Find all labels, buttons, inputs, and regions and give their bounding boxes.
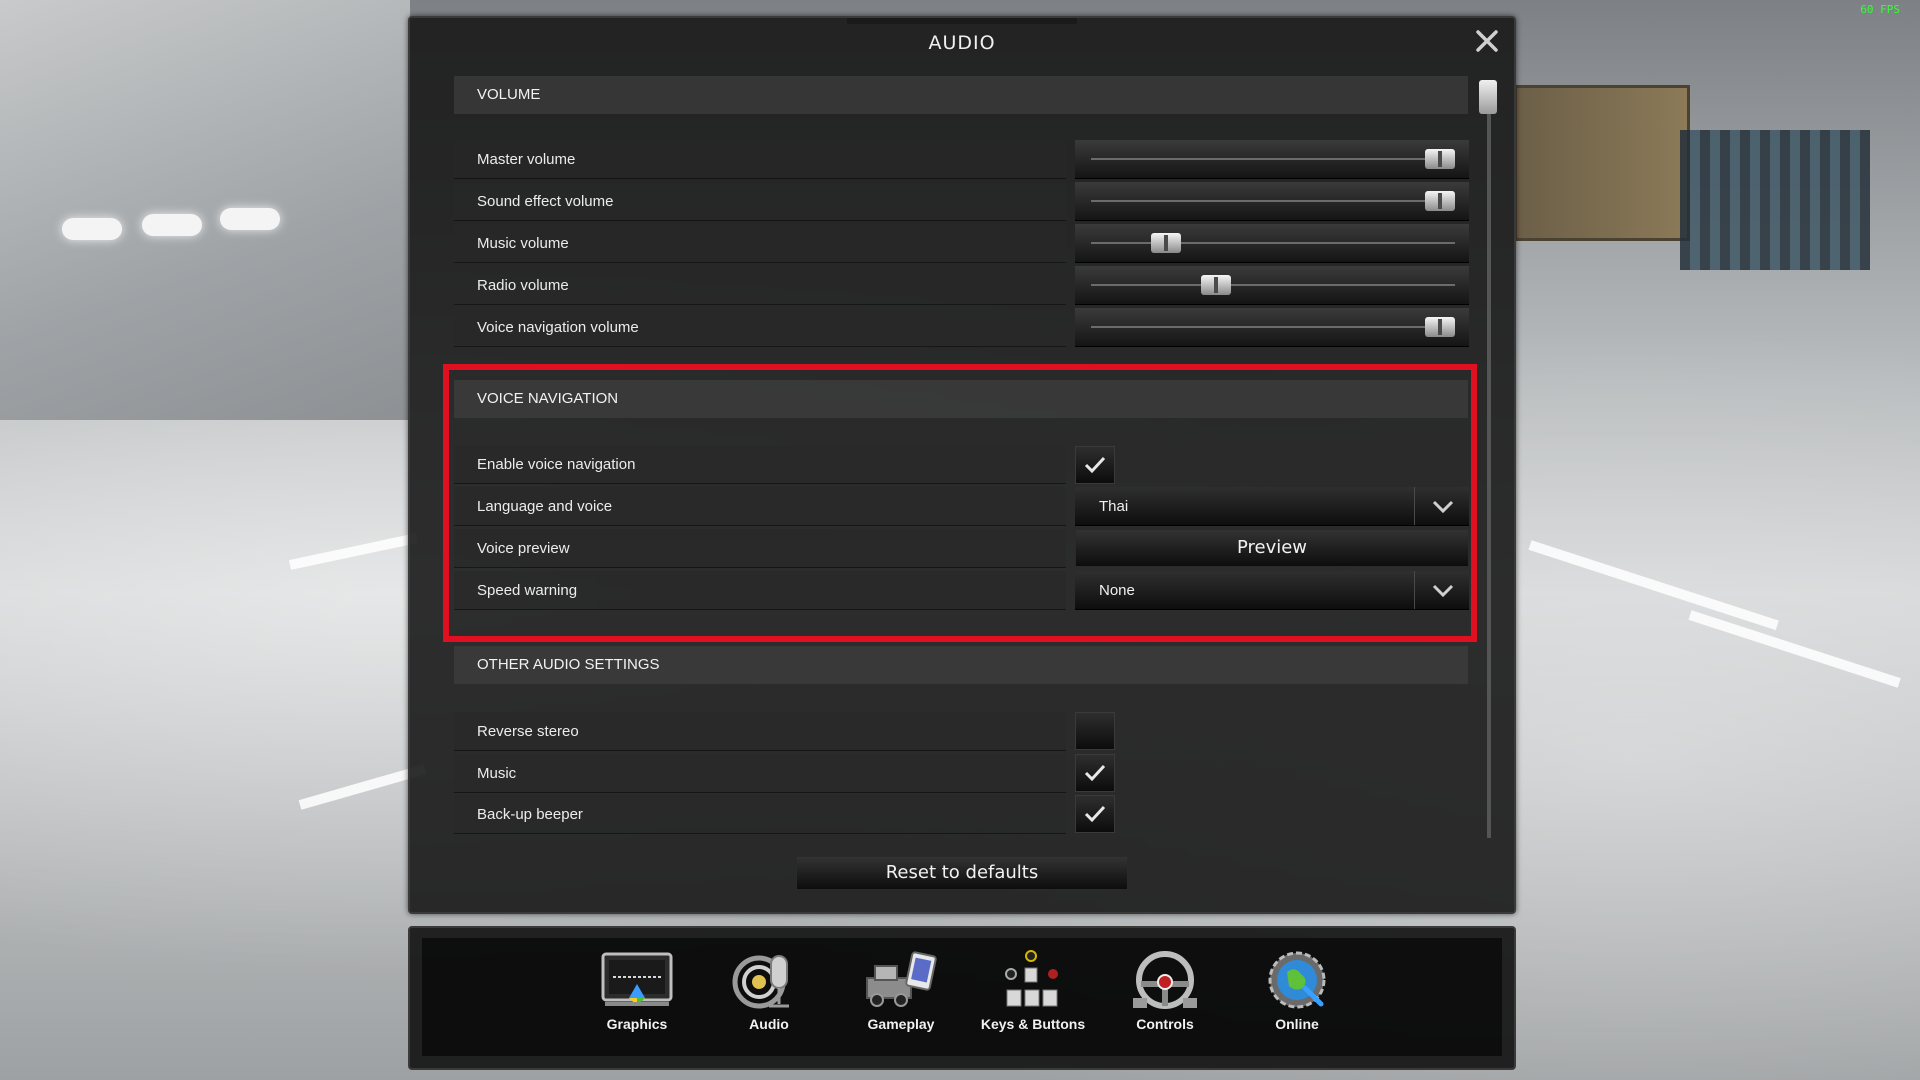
row-label: Music volume — [477, 235, 569, 252]
row-reverse-stereo: Reverse stereo — [454, 712, 1066, 751]
slider-track — [1091, 326, 1455, 328]
monitor-icon — [601, 952, 673, 1006]
dropdown-arrow-button[interactable] — [1414, 571, 1469, 609]
dock-item-online[interactable]: Online — [1242, 950, 1352, 1060]
section-title: VOICE NAVIGATION — [477, 390, 619, 407]
section-header-voice-navigation: VOICE NAVIGATION — [454, 380, 1468, 418]
row-sound-effect-volume: Sound effect volume — [454, 182, 1066, 221]
slider-track — [1091, 242, 1455, 244]
dock-item-label: Audio — [749, 1016, 789, 1032]
dock-item-gameplay[interactable]: Gameplay — [846, 950, 956, 1060]
row-speed-warning: Speed warning — [454, 571, 1066, 610]
section-header-other-audio-settings: OTHER AUDIO SETTINGS — [454, 646, 1468, 684]
dropdown-selected-value: None — [1099, 582, 1135, 599]
row-enable-voice-navigation: Enable voice navigation — [454, 445, 1066, 484]
slider-track — [1091, 284, 1455, 286]
close-button[interactable] — [1472, 28, 1502, 58]
globe-gear-icon — [1268, 951, 1326, 1009]
dock-item-label: Graphics — [606, 1016, 668, 1032]
steering-wheel-icon — [1133, 951, 1197, 1009]
voice-navigation-volume-slider[interactable] — [1075, 308, 1469, 347]
dock-item-controls[interactable]: Controls — [1110, 950, 1220, 1060]
background-shelf — [1514, 85, 1690, 241]
master-volume-slider[interactable] — [1075, 140, 1469, 179]
checkmark-icon — [1084, 805, 1106, 823]
radio-volume-slider[interactable] — [1075, 266, 1469, 305]
enable-voice-navigation-checkbox[interactable] — [1075, 446, 1115, 484]
row-label: Master volume — [477, 151, 576, 168]
reset-to-defaults-button[interactable]: Reset to defaults — [796, 856, 1128, 890]
row-label: Back-up beeper — [477, 806, 583, 823]
voice-preview-button[interactable]: Preview — [1075, 529, 1469, 567]
background-warehouse-wall — [0, 0, 410, 420]
slider-handle[interactable] — [1425, 149, 1455, 169]
row-master-volume: Master volume — [454, 140, 1066, 179]
row-voice-navigation-volume: Voice navigation volume — [454, 308, 1066, 347]
row-label: Reverse stereo — [477, 723, 579, 740]
dropdown-arrow-button[interactable] — [1414, 487, 1469, 525]
dropdown-selected-value: Thai — [1099, 498, 1129, 515]
background-floor-marking — [288, 533, 419, 570]
section-title: VOLUME — [477, 86, 541, 103]
slider-handle[interactable] — [1151, 233, 1182, 253]
slider-handle[interactable] — [1201, 275, 1232, 295]
settings-category-dock: Graphics Audio Gameplay Keys & Buttons C… — [408, 926, 1516, 1070]
dock-inner: Graphics Audio Gameplay Keys & Buttons C… — [422, 938, 1502, 1056]
row-label: Radio volume — [477, 277, 569, 294]
row-voice-preview: Voice preview — [454, 529, 1066, 568]
fps-counter: 60 FPS — [1860, 3, 1900, 16]
row-label: Sound effect volume — [477, 193, 614, 210]
music-checkbox[interactable] — [1075, 754, 1115, 792]
row-label: Voice preview — [477, 540, 570, 557]
sound-effect-volume-slider[interactable] — [1075, 182, 1469, 221]
truck-tablet-icon — [866, 951, 937, 1007]
chevron-down-icon — [1432, 500, 1454, 513]
dock-item-label: Gameplay — [867, 1016, 935, 1032]
background-ceiling-light — [220, 208, 280, 230]
slider-track — [1091, 158, 1455, 160]
slider-handle[interactable] — [1425, 317, 1455, 337]
dock-item-audio[interactable]: Audio — [714, 950, 824, 1060]
row-language-and-voice: Language and voice — [454, 487, 1066, 526]
row-label: Voice navigation volume — [477, 319, 639, 336]
row-music: Music — [454, 754, 1066, 793]
keyboard-gamepad-icon — [1005, 950, 1058, 1007]
row-back-up-beeper: Back-up beeper — [454, 795, 1066, 834]
speed-warning-dropdown[interactable]: None — [1075, 571, 1469, 610]
row-music-volume: Music volume — [454, 224, 1066, 263]
row-label: Speed warning — [477, 582, 578, 599]
background-ceiling-light — [62, 218, 122, 240]
scrollbar-track[interactable] — [1487, 80, 1491, 838]
panel-top-tab — [847, 18, 1077, 24]
background-ceiling-light — [142, 214, 202, 236]
section-header-volume: VOLUME — [454, 76, 1468, 114]
dock-item-label: Controls — [1136, 1016, 1194, 1032]
close-icon — [1476, 30, 1498, 52]
row-radio-volume: Radio volume — [454, 266, 1066, 305]
dock-item-keys-buttons[interactable]: Keys & Buttons — [978, 950, 1088, 1060]
language-and-voice-dropdown[interactable]: Thai — [1075, 487, 1469, 526]
dock-item-label: Online — [1275, 1016, 1319, 1032]
slider-track — [1091, 200, 1455, 202]
music-volume-slider[interactable] — [1075, 224, 1469, 263]
dock-item-graphics[interactable]: Graphics — [582, 950, 692, 1060]
background-floor-marking — [1688, 610, 1901, 688]
row-label: Music — [477, 765, 517, 782]
back-up-beeper-checkbox[interactable] — [1075, 795, 1115, 833]
background-crates — [1680, 130, 1870, 270]
speaker-microphone-icon — [732, 955, 789, 1009]
chevron-down-icon — [1432, 584, 1454, 597]
reverse-stereo-checkbox[interactable] — [1075, 712, 1115, 750]
audio-settings-panel: AUDIO VOLUME Master volume Sound effect … — [408, 16, 1516, 914]
checkmark-icon — [1084, 764, 1106, 782]
row-label: Language and voice — [477, 498, 613, 515]
scrollbar-thumb[interactable] — [1479, 80, 1497, 114]
background-floor-marking — [1528, 540, 1779, 631]
checkmark-icon — [1084, 456, 1106, 474]
row-label: Enable voice navigation — [477, 456, 636, 473]
dock-item-label: Keys & Buttons — [980, 1016, 1086, 1032]
section-title: OTHER AUDIO SETTINGS — [477, 656, 660, 673]
panel-title: AUDIO — [928, 32, 996, 54]
slider-handle[interactable] — [1425, 191, 1455, 211]
